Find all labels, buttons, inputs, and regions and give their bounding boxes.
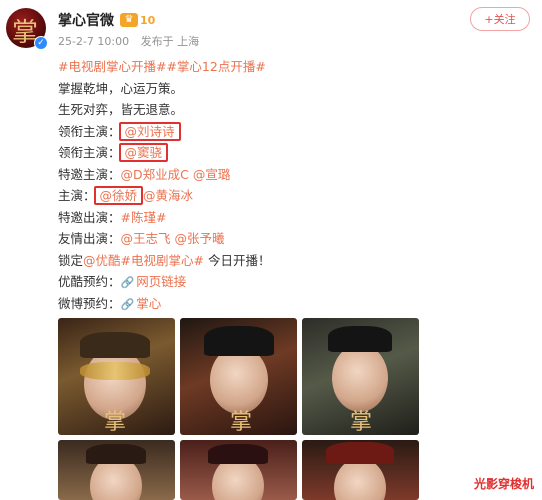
vip-badge[interactable]: ♛ 10 [120,12,155,28]
friend-label: 友情出演： [58,231,121,246]
mention-friends[interactable]: @王志飞 @张予曦 [121,231,225,246]
hashtag-show[interactable]: #电视剧掌心# [121,253,204,268]
post-content: #电视剧掌心开播##掌心12点开播# 掌握乾坤，心运万策。 生死对弈，皆无退意。… [58,56,528,314]
verified-badge-icon: ✓ [34,36,48,50]
weibo-label: 微博预约： [58,295,121,311]
special-appear-label: 特邀出演： [58,209,121,225]
post-source: 发布于 上海 [140,35,200,48]
lead-label: 领衔主演： [58,145,121,160]
lock-suffix: 今日开播！ [203,252,271,268]
hashtags[interactable]: #电视剧掌心开播##掌心12点开播# [58,59,266,74]
follow-button[interactable]: +关注 [470,7,530,31]
watermark: 光影穿梭机 [473,477,534,491]
link-chain-icon: 🔗 [120,276,135,289]
text-line: 生死对弈，皆无退意。 [58,102,184,117]
lock-prefix: 锁定 [58,252,84,268]
vip-level: 10 [140,13,156,27]
link-chain-icon: 🔗 [120,297,135,311]
weibo-link[interactable]: 掌心 [136,296,161,311]
mention-main1[interactable]: @徐娇 [93,186,144,205]
mention-youku[interactable]: @优酷 [83,253,121,268]
poster-image[interactable] [180,440,297,500]
hashtag-special[interactable]: #陈瑾# [121,210,167,225]
youku-label: 优酷预约： [58,274,121,289]
mention-main2[interactable]: @黄海冰 [143,188,193,203]
special-label: 特邀主演： [58,166,121,182]
mention-lead2[interactable]: @窦骁 [118,143,169,162]
author-name[interactable]: 掌心官微 [58,10,114,30]
mention-special[interactable]: @D郑业成C @宣璐 [121,167,231,182]
post-date: 25-2-7 10:00 [58,35,130,48]
poster-image[interactable]: 掌 [58,318,175,435]
poster-image[interactable] [302,440,419,500]
mention-lead1[interactable]: @刘诗诗 [118,121,181,141]
poster-image[interactable]: 掌 [302,318,419,435]
main-label: 主演： [58,188,96,203]
poster-image[interactable] [58,440,175,500]
poster-image[interactable]: 掌 [180,318,297,435]
youku-link[interactable]: 网页链接 [136,274,186,289]
crown-icon: ♛ [120,13,138,27]
lead-label: 领衔主演： [58,123,121,139]
text-line: 掌握乾坤，心运万策。 [58,80,184,96]
